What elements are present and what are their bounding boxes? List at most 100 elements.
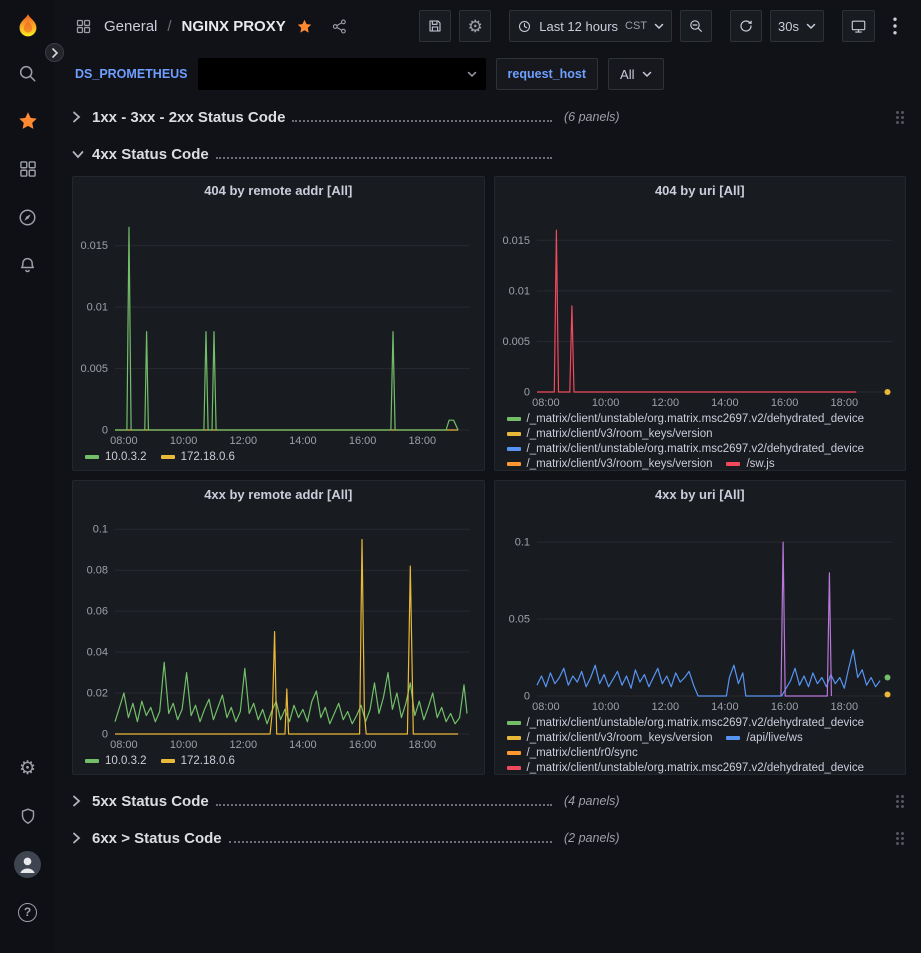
svg-text:16:00: 16:00 [349, 435, 377, 447]
share-icon[interactable] [331, 18, 348, 35]
svg-text:0: 0 [523, 387, 529, 399]
svg-text:08:00: 08:00 [110, 435, 138, 447]
ds-prometheus-variable-label[interactable]: DS_PROMETHEUS [75, 67, 188, 81]
row-4xx-status-code[interactable]: 4xx Status Code [72, 139, 906, 169]
legend-item[interactable]: /sw.js [726, 458, 774, 470]
svg-text:16:00: 16:00 [770, 701, 798, 713]
legend-swatch [161, 759, 175, 763]
svg-text:18:00: 18:00 [409, 739, 437, 751]
user-avatar[interactable] [11, 847, 45, 881]
chart-4xx-by-uri[interactable]: 00.050.108:0010:0012:0014:0016:0018:00 [495, 509, 906, 714]
time-range-picker[interactable]: Last 12 hours CST [509, 10, 672, 42]
panel-title[interactable]: 4xx by remote addr [All] [73, 481, 484, 509]
apps-grid-icon [75, 18, 92, 35]
sidebar-expand-button[interactable] [45, 43, 64, 62]
panel-legend: /_matrix/client/unstable/org.matrix.msc2… [495, 410, 906, 470]
request-host-variable-value-dropdown[interactable]: All [608, 58, 664, 90]
legend-item[interactable]: 10.0.3.2 [85, 451, 147, 463]
panel-4xx-by-uri: 4xx by uri [All] 00.050.108:0010:0012:00… [494, 480, 907, 775]
refresh-icon [738, 18, 754, 34]
legend-swatch [726, 736, 740, 740]
svg-text:14:00: 14:00 [711, 701, 739, 713]
breadcrumb-section[interactable]: General [104, 18, 157, 35]
panel-title[interactable]: 404 by uri [All] [495, 177, 906, 205]
legend-swatch [507, 766, 521, 770]
chevron-right-icon [72, 832, 92, 844]
svg-text:0.1: 0.1 [514, 537, 529, 549]
row-6xx-status-code[interactable]: 6xx > Status Code (2 panels) [72, 823, 906, 853]
svg-text:14:00: 14:00 [289, 739, 317, 751]
grafana-logo-icon[interactable] [11, 10, 45, 44]
svg-text:0.02: 0.02 [87, 688, 108, 700]
explore-compass-icon[interactable] [11, 200, 45, 234]
row-drag-handle[interactable] [896, 111, 904, 124]
legend-swatch [85, 759, 99, 763]
chart-404-by-uri[interactable]: 00.0050.010.01508:0010:0012:0014:0016:00… [495, 205, 906, 410]
svg-text:0.04: 0.04 [87, 647, 108, 659]
chevron-down-icon [654, 23, 664, 30]
panel-title[interactable]: 404 by remote addr [All] [73, 177, 484, 205]
row-panel-count: (2 panels) [564, 831, 620, 845]
row-drag-handle[interactable] [896, 795, 904, 808]
chevron-down-icon [467, 71, 477, 78]
legend-label: /_matrix/client/unstable/org.matrix.msc2… [527, 443, 865, 455]
legend-item[interactable]: 172.18.0.6 [161, 451, 235, 463]
ds-prometheus-variable-value-dropdown[interactable] [198, 58, 486, 90]
svg-text:0.005: 0.005 [502, 336, 530, 348]
legend-item[interactable]: /_matrix/client/unstable/org.matrix.msc2… [507, 762, 865, 774]
legend-item[interactable]: /_matrix/client/unstable/org.matrix.msc2… [507, 717, 865, 729]
svg-text:18:00: 18:00 [409, 435, 437, 447]
legend-item[interactable]: /_matrix/client/unstable/org.matrix.msc2… [507, 413, 865, 425]
alerting-bell-icon[interactable] [11, 248, 45, 282]
chart-404-by-remote-addr[interactable]: 00.0050.010.01508:0010:0012:0014:0016:00… [73, 205, 484, 448]
refresh-button[interactable] [730, 10, 762, 42]
legend-label: /_matrix/client/unstable/org.matrix.msc2… [527, 762, 865, 774]
breadcrumb-dashboard-title[interactable]: NGINX PROXY [182, 18, 286, 35]
zoom-out-button[interactable] [680, 10, 712, 42]
configuration-gear-icon[interactable]: ⚙ [11, 751, 45, 785]
dashboard-settings-button[interactable]: ⚙ [459, 10, 491, 42]
save-dashboard-button[interactable] [419, 10, 451, 42]
starred-dashboards-icon[interactable] [11, 104, 45, 138]
panel-title[interactable]: 4xx by uri [All] [495, 481, 906, 509]
request-host-variable-label[interactable]: request_host [496, 58, 599, 90]
favorite-star-icon[interactable] [296, 18, 313, 35]
svg-text:08:00: 08:00 [532, 397, 560, 409]
panel-404-by-uri: 404 by uri [All] 00.0050.010.01508:0010:… [494, 176, 907, 471]
chevron-down-icon [642, 71, 652, 78]
help-icon[interactable]: ? [11, 895, 45, 929]
grafana-app: ⚙ ? General / NGINX PROXY [0, 0, 921, 953]
kebab-menu-button[interactable] [883, 10, 907, 42]
svg-text:0: 0 [102, 425, 108, 437]
search-icon[interactable] [11, 56, 45, 90]
row-5xx-status-code[interactable]: 5xx Status Code (4 panels) [72, 786, 906, 816]
legend-swatch [507, 751, 521, 755]
svg-text:08:00: 08:00 [532, 701, 560, 713]
legend-label: /_matrix/client/v3/room_keys/version [527, 428, 713, 440]
legend-item[interactable]: 10.0.3.2 [85, 755, 147, 767]
legend-swatch [507, 462, 521, 466]
server-admin-shield-icon[interactable] [11, 799, 45, 833]
topbar: General / NGINX PROXY ⚙ Last 12 hours CS… [55, 0, 921, 52]
monitor-icon [850, 18, 867, 35]
svg-text:0.05: 0.05 [508, 614, 529, 626]
legend-swatch [161, 455, 175, 459]
chart-4xx-by-remote-addr[interactable]: 00.020.040.060.080.108:0010:0012:0014:00… [73, 509, 484, 752]
refresh-interval-picker[interactable]: 30s [770, 10, 824, 42]
tv-mode-button[interactable] [842, 10, 875, 42]
row-1xx-3xx-2xx-status-code[interactable]: 1xx - 3xx - 2xx Status Code (6 panels) [72, 102, 906, 132]
legend-item[interactable]: /_matrix/client/r0/sync [507, 747, 638, 759]
legend-item[interactable]: /api/live/ws [726, 732, 802, 744]
kebab-icon [893, 17, 897, 35]
legend-item[interactable]: /_matrix/client/v3/room_keys/version [507, 732, 713, 744]
zoom-out-icon [688, 18, 704, 34]
legend-item[interactable]: /_matrix/client/unstable/org.matrix.msc2… [507, 443, 865, 455]
svg-text:16:00: 16:00 [770, 397, 798, 409]
legend-item[interactable]: /_matrix/client/v3/room_keys/version [507, 458, 713, 470]
legend-item[interactable]: 172.18.0.6 [161, 755, 235, 767]
svg-text:0.08: 0.08 [87, 565, 108, 577]
row-label: 6xx > Status Code [92, 830, 222, 847]
legend-item[interactable]: /_matrix/client/v3/room_keys/version [507, 428, 713, 440]
row-drag-handle[interactable] [896, 832, 904, 845]
dashboards-icon[interactable] [11, 152, 45, 186]
